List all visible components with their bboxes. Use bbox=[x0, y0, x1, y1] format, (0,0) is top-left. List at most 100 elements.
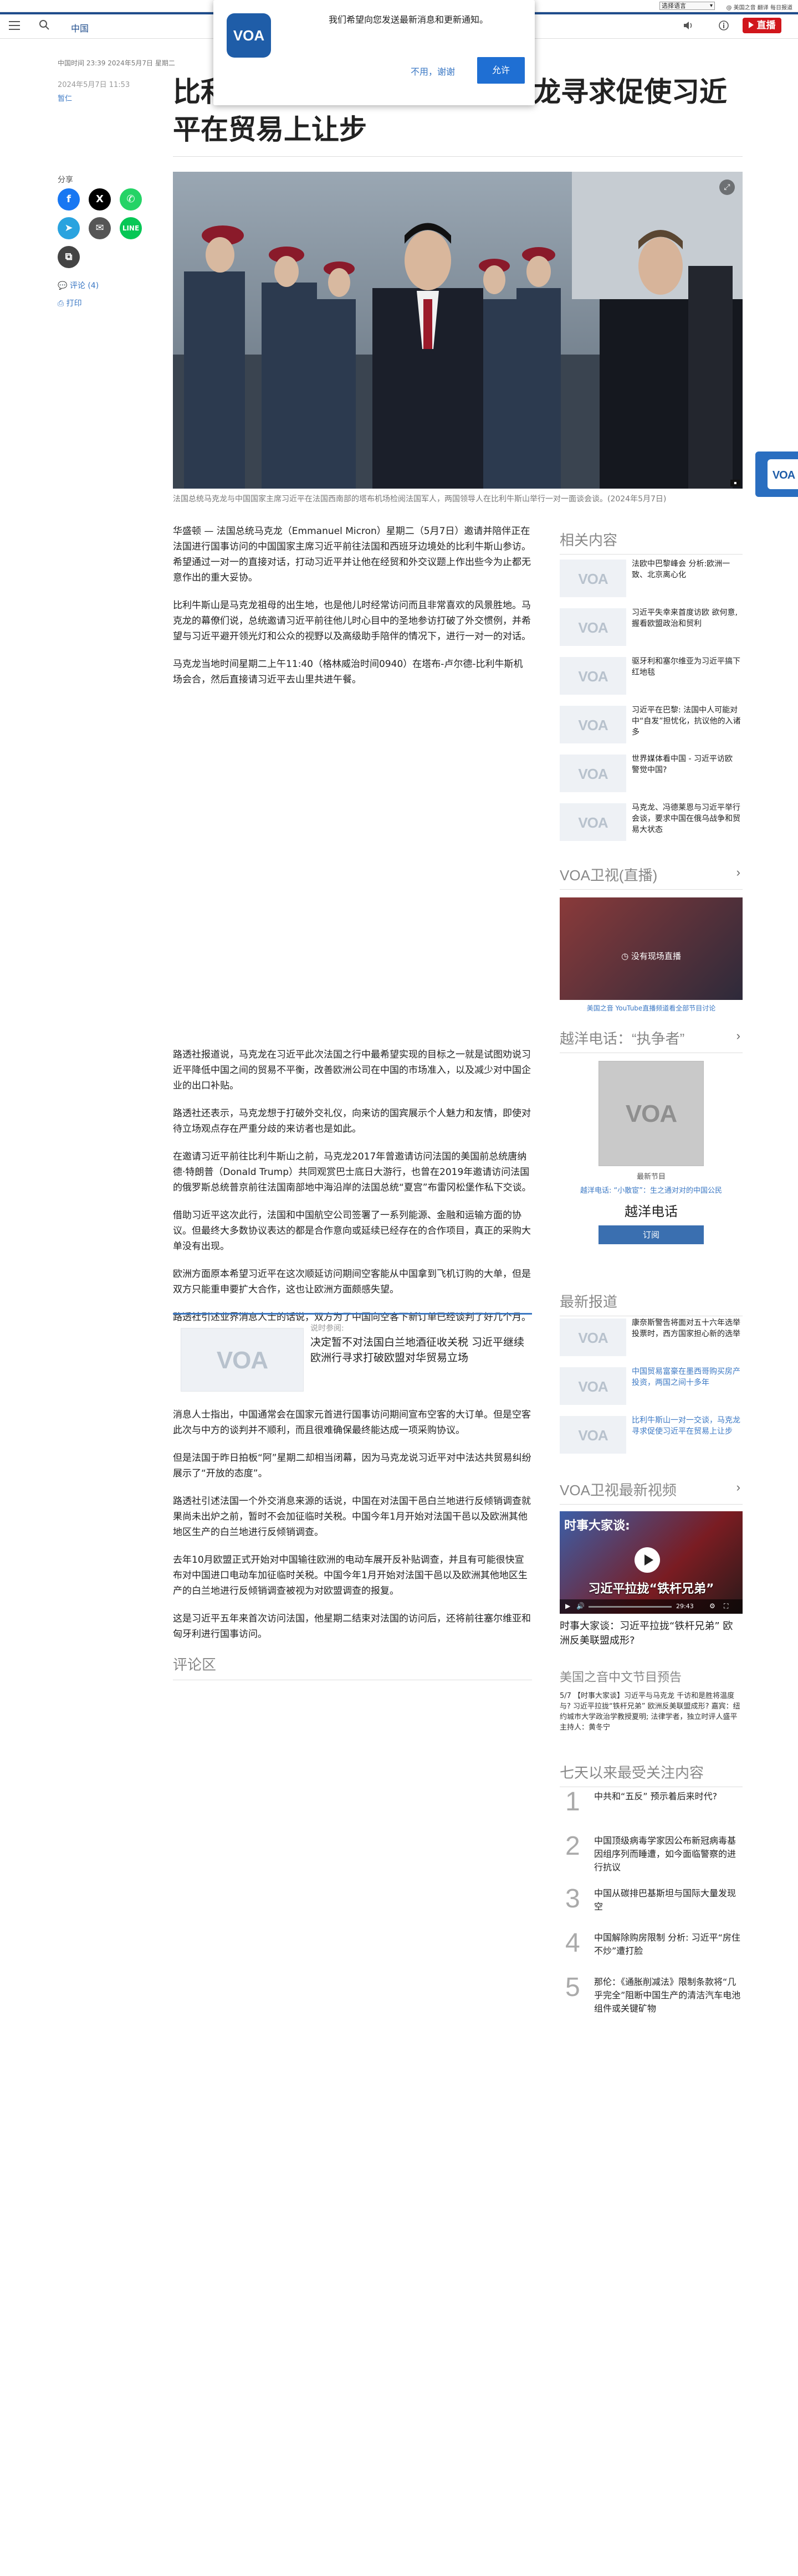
rank-number: 3 bbox=[565, 1884, 580, 1913]
related-heading: 相关内容 bbox=[560, 529, 743, 555]
tv-player[interactable]: ◷ 没有现场直播 bbox=[560, 897, 743, 1000]
rank-number: 2 bbox=[565, 1831, 580, 1861]
video-heading-label: VOA卫视最新视频 bbox=[560, 1482, 677, 1499]
hotline-heading[interactable]: 越洋电话：“执争者” › bbox=[560, 1028, 743, 1053]
fullscreen-icon[interactable]: ⛶ bbox=[724, 1602, 728, 1610]
list-item[interactable]: VOA 比利牛斯山一对一交谈，马克龙寻求促使习近平在贸易上让步 bbox=[560, 1410, 743, 1455]
progress-bar[interactable] bbox=[589, 1606, 672, 1608]
svg-text:VOA: VOA bbox=[217, 1347, 268, 1374]
related-list: VOA 法欧中巴黎峰会 分析:欧洲一致、北京离心化 VOA 习近平失幸来首度访欧 欲… bbox=[560, 554, 743, 853]
notification-deny-button[interactable]: 不用，谢谢 bbox=[411, 64, 455, 78]
paragraph: 比利牛斯山是马克龙祖母的出生地，也是他儿时经常访问而且非常喜欢的风景胜地。马克龙… bbox=[173, 600, 531, 642]
settings-icon[interactable]: ⚙ bbox=[709, 1602, 715, 1610]
chevron-right-icon: › bbox=[736, 1029, 740, 1043]
article-body-part-3: 消息人士指出，中国通常会在国家元首进行国事访问期间宣布空客的大订单。但是空客此次… bbox=[173, 1407, 532, 1654]
menu-icon[interactable] bbox=[9, 21, 20, 30]
list-item[interactable]: VOA 习近平失幸来首度访欧 欲何意,握看欧盟政治和贸利 bbox=[560, 603, 743, 647]
whatsapp-icon[interactable]: ✆ bbox=[120, 188, 142, 211]
copy-link-icon[interactable]: ⧉ bbox=[58, 246, 80, 268]
author-link[interactable]: 暂仁 bbox=[58, 93, 72, 103]
hotline-section: 越洋电话：“执争者” › VOA 最新节目 越洋电话: “小散宦”：生之通对对的中… bbox=[560, 1028, 743, 1244]
paragraph: 这是习近平五年来首次访问法国，他星期二结束对法国的访问后，还将前往塞尔维亚和匈牙… bbox=[173, 1613, 531, 1640]
notification-allow-button[interactable]: 允许 bbox=[477, 57, 525, 84]
comment-icon: 💬 bbox=[58, 281, 70, 290]
svg-text:VOA: VOA bbox=[578, 668, 608, 684]
paragraph: 马克龙当地时间星期二上午11:40（格林威治时间0940）在塔布-卢尔德-比利牛… bbox=[173, 659, 523, 685]
search-icon[interactable] bbox=[39, 19, 51, 32]
hotline-artwork[interactable]: VOA bbox=[598, 1061, 704, 1166]
volume-icon[interactable]: 🔊 bbox=[576, 1602, 585, 1610]
list-item[interactable]: VOA 中国贸易富豪在墨西哥购买房产投资，两国之间十多年 bbox=[560, 1362, 743, 1406]
thumbnail-icon: VOA bbox=[560, 1416, 626, 1454]
thumbnail-icon: VOA bbox=[560, 803, 626, 841]
related-article-box[interactable]: VOA 说时参阅: 决定暂不对法国白兰地酒征收关税 习近平继续欧洲行寻求打破欧盟… bbox=[173, 1313, 532, 1399]
hero-caption: 法国总统马克龙与中国国家主席习近平在法国西南部的塔布机场检阅法国军人，两国领导人… bbox=[173, 495, 667, 504]
telegram-icon[interactable]: ➤ bbox=[58, 217, 80, 239]
list-item-title: 法欧中巴黎峰会 分析:欧洲一致、北京离心化 bbox=[632, 560, 730, 579]
paragraph: 华盛顿 — 法国总统马克龙（Emmanuel Micron）星期二（5月7日）邀… bbox=[173, 526, 531, 583]
play-icon[interactable] bbox=[635, 1547, 660, 1573]
svg-text:VOA: VOA bbox=[772, 469, 795, 481]
list-item-title: 比利牛斯山一对一交谈，马克龙寻求促使习近平在贸易上让步 bbox=[632, 1416, 740, 1436]
video-overlay: 习近平拉拢“铁杆兄弟” bbox=[588, 1582, 714, 1596]
list-item[interactable]: VOA 驱牙利和塞尔维亚为习近平搞下红地毯 bbox=[560, 651, 743, 696]
video-player[interactable]: 时事大家谈: 习近平拉拢“铁杆兄弟” ▶ 🔊 29:43 ⚙ ⛶ bbox=[560, 1511, 743, 1614]
ranked-item[interactable]: 2 中国顶级病毒学家因公布新冠病毒基因组序列而睡遭，如今面临警察的进行抗议 bbox=[560, 1831, 743, 1881]
tv-heading[interactable]: VOA卫视(直播) › bbox=[560, 864, 743, 890]
hero-image: ⤢ ▪ bbox=[173, 172, 743, 489]
svg-text:VOA: VOA bbox=[578, 619, 608, 635]
ranked-item[interactable]: 1 中共和“五反” 预示着后来时代? bbox=[560, 1787, 743, 1836]
notification-message: 我们希望向您发送最新消息和更新通知。 bbox=[329, 14, 489, 25]
popular-section: 七天以来最受关注内容 bbox=[560, 1762, 743, 1787]
list-item[interactable]: VOA 世界媒体看中国 - 习近平访欧 警觉中国? bbox=[560, 749, 743, 793]
svg-text:VOA: VOA bbox=[578, 1427, 608, 1443]
paragraph: 在邀请习近平前往比利牛斯山之前，马克龙2017年曾邀请访问法国的美国前总统唐纳德… bbox=[173, 1151, 531, 1193]
tv-link[interactable]: 美国之音 YouTube直播频道看全部节目讨论 bbox=[560, 1003, 743, 1013]
ranked-item[interactable]: 4 中国解除购房限制 分析: 习近平“房住不炒”遭打脸 bbox=[560, 1928, 743, 1978]
utility-links[interactable]: @ 美国之音 翻译 每日报道 bbox=[726, 3, 792, 11]
article-body-part-1: 华盛顿 — 法国总统马克龙（Emmanuel Micron）星期二（5月7日）邀… bbox=[173, 524, 532, 700]
list-item[interactable]: VOA 习近平在巴黎: 法国中人可能对中“自发”担忧化，抗议他的入诸多 bbox=[560, 700, 743, 745]
facebook-icon[interactable]: f bbox=[58, 188, 80, 211]
list-item-title: 中国贸易富豪在墨西哥购买房产投资，两国之间十多年 bbox=[632, 1367, 740, 1387]
language-select[interactable]: 选择语言 bbox=[659, 2, 715, 10]
related-label: 说时参阅: bbox=[310, 1324, 344, 1333]
comments-link-label: 评论 (4) bbox=[69, 281, 99, 290]
line-icon[interactable]: LINE bbox=[120, 217, 142, 239]
related-title[interactable]: 决定暂不对法国白兰地酒征收关税 习近平继续欧洲行寻求打破欧盟对华贸易立场 bbox=[310, 1335, 526, 1366]
expand-icon[interactable]: ⤢ bbox=[719, 179, 735, 195]
comments-link[interactable]: 💬 评论 (4) bbox=[58, 280, 99, 291]
video-heading[interactable]: VOA卫视最新视频 › bbox=[560, 1479, 743, 1505]
live-button[interactable]: 直播 bbox=[743, 18, 781, 33]
ranked-item[interactable]: 3 中国从碳排巴基斯坦与国际大量发现空 bbox=[560, 1884, 743, 1933]
video-title[interactable]: 时事大家谈：习近平拉拢“铁杆兄弟” 欧洲反美联盟成形? bbox=[560, 1619, 743, 1648]
list-item[interactable]: VOA 马克龙、冯德莱恩与习近平举行会谈，要求中国在俄乌战争和贸易大状态 bbox=[560, 798, 743, 842]
svg-text:VOA: VOA bbox=[233, 27, 265, 44]
play-small-icon[interactable]: ▶ bbox=[565, 1602, 570, 1610]
list-item-title: 习近平在巴黎: 法国中人可能对中“自发”担忧化，抗议他的入诸多 bbox=[632, 706, 741, 737]
x-icon[interactable]: X bbox=[89, 188, 111, 211]
ranked-item[interactable]: 5 那伦：《通胀削减法》限制条款将“几乎完全”阻断中国生产的清洁汽车电池组件或关键… bbox=[560, 1972, 743, 2022]
section-link-china[interactable]: 中国 bbox=[71, 21, 89, 34]
publish-date: 2024年5月7日 11:53 bbox=[58, 81, 130, 89]
info-icon[interactable] bbox=[718, 20, 729, 33]
list-item[interactable]: VOA 康奈斯警告将面对五十六年选举投票时，西方国家担心新的选举 bbox=[560, 1313, 743, 1357]
svg-text:VOA: VOA bbox=[626, 1100, 677, 1127]
popular-heading: 七天以来最受关注内容 bbox=[560, 1762, 743, 1787]
afp-badge-icon: ▪ bbox=[730, 480, 740, 486]
volume-icon[interactable] bbox=[683, 20, 694, 33]
paragraph: 去年10月欧盟正式开始对中国输往欧洲的电动车展开反补贴调查，并且有可能很快宣布对… bbox=[173, 1554, 528, 1597]
chevron-right-icon: › bbox=[736, 1480, 740, 1494]
subscribe-button[interactable]: 订阅 bbox=[598, 1225, 704, 1244]
hotline-sub[interactable]: 越洋电话: “小散宦”：生之通对对的中国公民 bbox=[560, 1184, 743, 1195]
ranked-item-title: 那伦：《通胀削减法》限制条款将“几乎完全”阻断中国生产的清洁汽车电池组件或关键矿… bbox=[594, 1977, 741, 2014]
svg-text:VOA: VOA bbox=[578, 814, 608, 830]
floating-app-tab[interactable]: VOA bbox=[755, 451, 798, 497]
print-link[interactable]: ⎙ 打印 bbox=[58, 297, 82, 309]
email-icon[interactable]: ✉ bbox=[89, 217, 111, 239]
list-item[interactable]: VOA 法欧中巴黎峰会 分析:欧洲一致、北京离心化 bbox=[560, 554, 743, 598]
latest-list: VOA 康奈斯警告将面对五十六年选举投票时，西方国家担心新的选举 VOA 中国贸易富… bbox=[560, 1313, 743, 1463]
thumbnail-icon: VOA bbox=[560, 657, 626, 695]
paragraph: 借助习近平这次此行，法国和中国航空公司签署了一系列能源、金融和运输方面的协议。但… bbox=[173, 1210, 531, 1252]
paragraph: 消息人士指出，中国通常会在国家元首进行国事访问期间宣布空客的大订单。但是空客此次… bbox=[173, 1409, 531, 1436]
